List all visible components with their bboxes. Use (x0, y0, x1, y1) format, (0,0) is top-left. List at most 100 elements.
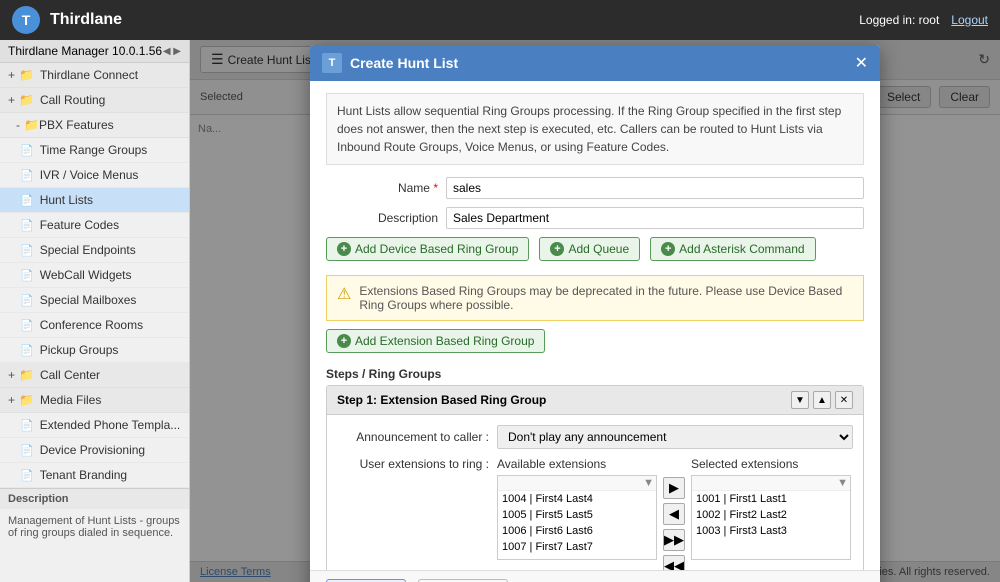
step1-remove-button[interactable]: ✕ (835, 391, 853, 409)
topbar-left: T Thirdlane (12, 6, 122, 34)
sidebar-item-call-routing[interactable]: + 📁 Call Routing (0, 88, 189, 113)
doc-icon: 📄 (20, 469, 34, 482)
sidebar-item-label: Hunt Lists (40, 193, 93, 207)
plus-icon: + (661, 242, 675, 256)
logout-link[interactable]: Logout (951, 13, 988, 27)
selected-extensions-list[interactable]: ▼ 1001 | First1 Last1 1002 | First2 Last… (691, 475, 851, 560)
sidebar-item-label: Call Center (40, 368, 100, 382)
sidebar-item-tenant-branding[interactable]: 📄 Tenant Branding (0, 463, 189, 488)
sidebar-item-special-endpoints[interactable]: 📄 Special Endpoints (0, 238, 189, 263)
name-label: Name (326, 181, 446, 195)
add-buttons-row: + Add Device Based Ring Group + Add Queu… (326, 237, 864, 267)
sidebar-item-webcall-widgets[interactable]: 📄 WebCall Widgets (0, 263, 189, 288)
collapse-icon: - (16, 118, 20, 132)
add-ext-row: + Add Extension Based Ring Group (326, 329, 864, 359)
warning-text: Extensions Based Ring Groups may be depr… (359, 284, 853, 312)
sidebar-item-media-files[interactable]: + 📁 Media Files (0, 388, 189, 413)
filter-icon[interactable]: ▼ (643, 477, 654, 489)
step1-dropdown-button[interactable]: ▼ (791, 391, 809, 409)
doc-icon: 📄 (20, 444, 34, 457)
sidebar-item-time-range-groups[interactable]: 📄 Time Range Groups (0, 138, 189, 163)
selected-extensions-col: Selected extensions ▼ 1001 | First1 Last… (691, 457, 851, 560)
sidebar-item-label: IVR / Voice Menus (40, 168, 139, 182)
announcement-select[interactable]: Don't play any announcement (497, 425, 853, 449)
add-device-based-ring-group-button[interactable]: + Add Device Based Ring Group (326, 237, 529, 261)
doc-icon: 📄 (20, 419, 34, 432)
sidebar-item-hunt-lists[interactable]: 📄 Hunt Lists (0, 188, 189, 213)
sidebar-item-device-provisioning[interactable]: 📄 Device Provisioning (0, 438, 189, 463)
step1-box: Step 1: Extension Based Ring Group ▼ ▲ ✕… (326, 385, 864, 570)
step1-actions: ▼ ▲ ✕ (791, 391, 853, 409)
filter-icon[interactable]: ▼ (837, 477, 848, 489)
list-item[interactable]: 1007 | First7 Last7 (498, 539, 656, 555)
name-field-row: Name (326, 177, 864, 199)
modal-title-text: Create Hunt List (350, 55, 458, 71)
sidebar-item-thirdlane-connect[interactable]: + 📁 Thirdlane Connect (0, 63, 189, 88)
sidebar-item-label: Conference Rooms (40, 318, 143, 332)
add-extension-label: Add Extension Based Ring Group (355, 334, 534, 348)
transfer-all-left-button[interactable]: ◀◀ (663, 555, 685, 570)
list-item[interactable]: 1002 | First2 Last2 (692, 507, 850, 523)
sidebar-item-label: Call Routing (40, 93, 105, 107)
doc-icon: 📄 (20, 219, 34, 232)
sidebar-item-label: Feature Codes (40, 218, 119, 232)
transfer-right-button[interactable]: ▶ (663, 477, 685, 499)
folder-icon: 📁 (19, 368, 34, 382)
step1-header: Step 1: Extension Based Ring Group ▼ ▲ ✕ (327, 386, 863, 415)
sidebar-item-conference-rooms[interactable]: 📄 Conference Rooms (0, 313, 189, 338)
name-input[interactable] (446, 177, 864, 199)
add-queue-button[interactable]: + Add Queue (539, 237, 640, 261)
description-text: Management of Hunt Lists - groups of rin… (0, 509, 189, 545)
sidebar-item-call-center[interactable]: + 📁 Call Center (0, 363, 189, 388)
modal-info-text: Hunt Lists allow sequential Ring Groups … (326, 93, 864, 165)
transfer-left-button[interactable]: ◀ (663, 503, 685, 525)
announcement-label: Announcement to caller : (337, 430, 497, 444)
step1-body: Announcement to caller : Don't play any … (327, 415, 863, 570)
sidebar-item-ivr-voice-menus[interactable]: 📄 IVR / Voice Menus (0, 163, 189, 188)
app-logo: T (12, 6, 40, 34)
topbar-right: Logged in: root Logout (859, 13, 988, 27)
description-input[interactable] (446, 207, 864, 229)
modal-body: Hunt Lists allow sequential Ring Groups … (310, 81, 880, 570)
sidebar-item-pbx-features[interactable]: - 📁 PBX Features (0, 113, 189, 138)
list-item[interactable]: 1001 | First1 Last1 (692, 491, 850, 507)
sidebar-item-label: Thirdlane Connect (40, 68, 138, 82)
sidebar-version[interactable]: Thirdlane Manager 10.0.1.56 ◀ ▶ (0, 40, 189, 63)
sidebar-item-extended-phone-template[interactable]: 📄 Extended Phone Templa... (0, 413, 189, 438)
description-label: Description (0, 488, 189, 509)
selected-ext-label: Selected extensions (691, 457, 851, 471)
list-item[interactable]: 1005 | First5 Last5 (498, 507, 656, 523)
modal-overlay: T Create Hunt List ✕ Hunt Lists allow se… (190, 40, 1000, 582)
doc-icon: 📄 (20, 294, 34, 307)
add-extension-based-ring-group-button[interactable]: + Add Extension Based Ring Group (326, 329, 545, 353)
extensions-row: User extensions to ring : Available exte… (337, 457, 853, 570)
doc-icon: 📄 (20, 344, 34, 357)
sidebar-item-label: Extended Phone Templa... (40, 418, 181, 432)
sidebar-item-pickup-groups[interactable]: 📄 Pickup Groups (0, 338, 189, 363)
step1-up-button[interactable]: ▲ (813, 391, 831, 409)
expand-icon: + (8, 93, 15, 107)
content-area: ☰ Create Hunt List ⊖ Delete Selected ↻ S… (190, 40, 1000, 582)
folder-icon: 📁 (19, 68, 34, 82)
modal-close-button[interactable]: ✕ (855, 53, 868, 73)
available-extensions-list[interactable]: ▼ 1004 | First4 Last4 1005 | First5 Last… (497, 475, 657, 560)
list-item[interactable]: 1006 | First6 Last6 (498, 523, 656, 539)
sidebar-item-feature-codes[interactable]: 📄 Feature Codes (0, 213, 189, 238)
sidebar-collapse-icons[interactable]: ◀ ▶ (163, 46, 181, 57)
folder-icon: 📁 (19, 393, 34, 407)
add-asterisk-command-button[interactable]: + Add Asterisk Command (650, 237, 815, 261)
warning-box: ⚠ Extensions Based Ring Groups may be de… (326, 275, 864, 321)
list-item[interactable]: 1003 | First3 Last3 (692, 523, 850, 539)
user-ext-label: User extensions to ring : (337, 457, 497, 570)
transfer-all-right-button[interactable]: ▶▶ (663, 529, 685, 551)
list-item[interactable]: 1004 | First4 Last4 (498, 491, 656, 507)
expand-icon: + (8, 393, 15, 407)
expand-icon: + (8, 368, 15, 382)
topbar: T Thirdlane Logged in: root Logout (0, 0, 1000, 40)
description-field-row: Description (326, 207, 864, 229)
logged-in-label: Logged in: root (859, 13, 939, 27)
modal-header: T Create Hunt List ✕ (310, 45, 880, 81)
sidebar-item-special-mailboxes[interactable]: 📄 Special Mailboxes (0, 288, 189, 313)
modal-icon: T (322, 53, 342, 73)
app-title: Thirdlane (50, 11, 122, 29)
